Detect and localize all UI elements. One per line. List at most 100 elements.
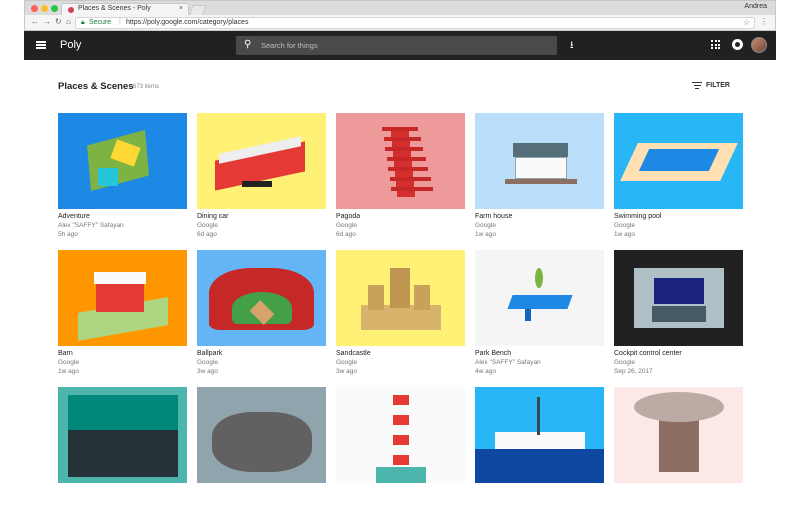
browser-window: Places & Scenes - Poly × Andrea ← → ↻ ⌂ … — [0, 0, 800, 483]
asset-author[interactable]: Google — [614, 359, 743, 368]
island-water — [98, 168, 118, 186]
apps-grid-icon[interactable] — [711, 40, 720, 49]
asset-card[interactable]: Ballpark Google 3w ago — [197, 250, 326, 377]
filter-button[interactable]: FILTER — [692, 82, 730, 89]
asset-thumbnail[interactable] — [475, 113, 604, 209]
upload-icon[interactable]: ⭳ — [570, 38, 574, 55]
poly-logo[interactable]: Poly — [60, 39, 81, 51]
lighthouse-tower — [393, 395, 409, 475]
asset-thumbnail[interactable] — [336, 250, 465, 346]
asset-author[interactable] — [58, 496, 187, 505]
new-tab-button[interactable] — [189, 5, 207, 15]
asset-card[interactable] — [336, 387, 465, 514]
asset-time: 6d ago — [197, 231, 217, 238]
reload-icon[interactable]: ↻ — [55, 17, 62, 26]
asset-card[interactable]: Cockpit control center Google Sep 26, 2017 — [614, 250, 743, 377]
browser-menu-icon[interactable]: ⋮ — [760, 17, 768, 26]
asset-thumbnail[interactable] — [614, 250, 743, 346]
notifications-icon[interactable] — [732, 39, 743, 50]
maximize-window-button[interactable] — [51, 5, 58, 12]
asset-title — [475, 487, 604, 496]
asset-thumbnail[interactable] — [58, 387, 187, 483]
asset-thumbnail[interactable] — [336, 113, 465, 209]
item-count: 673 items — [133, 84, 160, 90]
asset-thumbnail[interactable] — [614, 113, 743, 209]
asset-time: Sep 26, 2017 — [614, 368, 653, 375]
hamburger-menu-icon[interactable] — [36, 41, 46, 49]
asset-thumbnail[interactable] — [197, 113, 326, 209]
asset-author[interactable]: Google — [336, 359, 465, 368]
asset-author[interactable]: Google — [197, 359, 326, 368]
bench-leg — [525, 309, 531, 321]
asset-title — [614, 487, 743, 496]
back-arrow-icon[interactable]: ← — [31, 17, 39, 26]
asset-card[interactable] — [197, 387, 326, 514]
asset-thumbnail[interactable] — [58, 250, 187, 346]
bookmark-star-icon[interactable]: ☆ — [743, 18, 750, 27]
asset-author[interactable] — [614, 496, 743, 505]
address-bar[interactable]: 🔒︎ Secure | https://poly.google.com/cate… — [75, 17, 755, 29]
forward-arrow-icon[interactable]: → — [43, 17, 51, 26]
room-wall — [68, 395, 178, 430]
asset-time: 5h ago — [58, 231, 78, 238]
cockpit-window — [654, 278, 704, 304]
asset-author[interactable]: Google — [58, 359, 187, 368]
asset-card[interactable]: Dining car Google 6d ago — [197, 113, 326, 240]
asset-author[interactable]: Google — [614, 222, 743, 231]
asset-thumbnail[interactable] — [58, 113, 187, 209]
asset-card[interactable] — [614, 387, 743, 514]
search-box[interactable]: ⚲ Search for things — [236, 36, 557, 55]
asset-author[interactable]: Alex "SAFFY" Safayan — [58, 222, 187, 231]
boat-mast — [537, 397, 540, 435]
user-avatar[interactable] — [751, 37, 767, 53]
asset-card[interactable]: Barn Google 1w ago — [58, 250, 187, 377]
asset-card[interactable]: Pagoda Google 6d ago — [336, 113, 465, 240]
asset-card[interactable]: Sandcastle Google 3w ago — [336, 250, 465, 377]
minimize-window-button[interactable] — [41, 5, 48, 12]
asset-card[interactable]: Farm house Google 1w ago — [475, 113, 604, 240]
asset-thumbnail[interactable] — [614, 387, 743, 483]
asset-card[interactable]: Swimming pool Google 1w ago — [614, 113, 743, 240]
asset-author[interactable]: Google — [475, 222, 604, 231]
asset-card[interactable] — [475, 387, 604, 514]
close-tab-icon[interactable]: × — [179, 5, 183, 12]
main-content: Places & Scenes 673 items FILTER Adventu… — [24, 60, 776, 483]
asset-author[interactable]: Google — [197, 222, 326, 231]
asset-time: 3w ago — [336, 368, 357, 375]
asset-time — [197, 505, 326, 514]
asset-card[interactable]: Park Bench Alex "SAFFY" Safayan 4w ago — [475, 250, 604, 377]
asset-title: Farm house — [475, 213, 513, 220]
asset-author[interactable] — [475, 496, 604, 505]
asset-author[interactable]: Google — [336, 222, 465, 231]
train-wheels — [242, 181, 272, 187]
asset-thumbnail[interactable] — [197, 387, 326, 483]
url-text[interactable]: https://poly.google.com/category/places — [126, 19, 248, 26]
page-title: Places & Scenes — [58, 81, 134, 92]
filter-icon — [692, 81, 702, 91]
asset-thumbnail[interactable] — [336, 387, 465, 483]
asset-title — [58, 487, 187, 496]
asset-thumbnail[interactable] — [475, 250, 604, 346]
asset-time — [614, 505, 743, 514]
asset-author[interactable] — [197, 496, 326, 505]
asset-card[interactable] — [58, 387, 187, 514]
asset-author[interactable] — [336, 496, 465, 505]
browser-toolbar: ← → ↻ ⌂ 🔒︎ Secure | https://poly.google.… — [24, 15, 776, 31]
asset-time: 1w ago — [475, 231, 496, 238]
browser-user-name[interactable]: Andrea — [744, 3, 767, 10]
home-icon[interactable]: ⌂ — [66, 17, 71, 26]
asset-author[interactable]: Alex "SAFFY" Safayan — [475, 359, 604, 368]
asset-card[interactable]: Adventure Alex "SAFFY" Safayan 5h ago — [58, 113, 187, 240]
asset-title: Dining car — [197, 213, 229, 220]
asset-title: Swimming pool — [614, 213, 662, 220]
asset-thumbnail[interactable] — [475, 387, 604, 483]
sand-tower-left — [368, 285, 384, 310]
room-floor — [68, 427, 178, 477]
sand-keep — [390, 268, 410, 308]
asset-title: Sandcastle — [336, 350, 371, 357]
asset-time: 4w ago — [475, 368, 496, 375]
asset-thumbnail[interactable] — [197, 250, 326, 346]
search-input[interactable]: Search for things — [261, 41, 318, 50]
boat-water — [475, 449, 604, 483]
close-window-button[interactable] — [31, 5, 38, 12]
